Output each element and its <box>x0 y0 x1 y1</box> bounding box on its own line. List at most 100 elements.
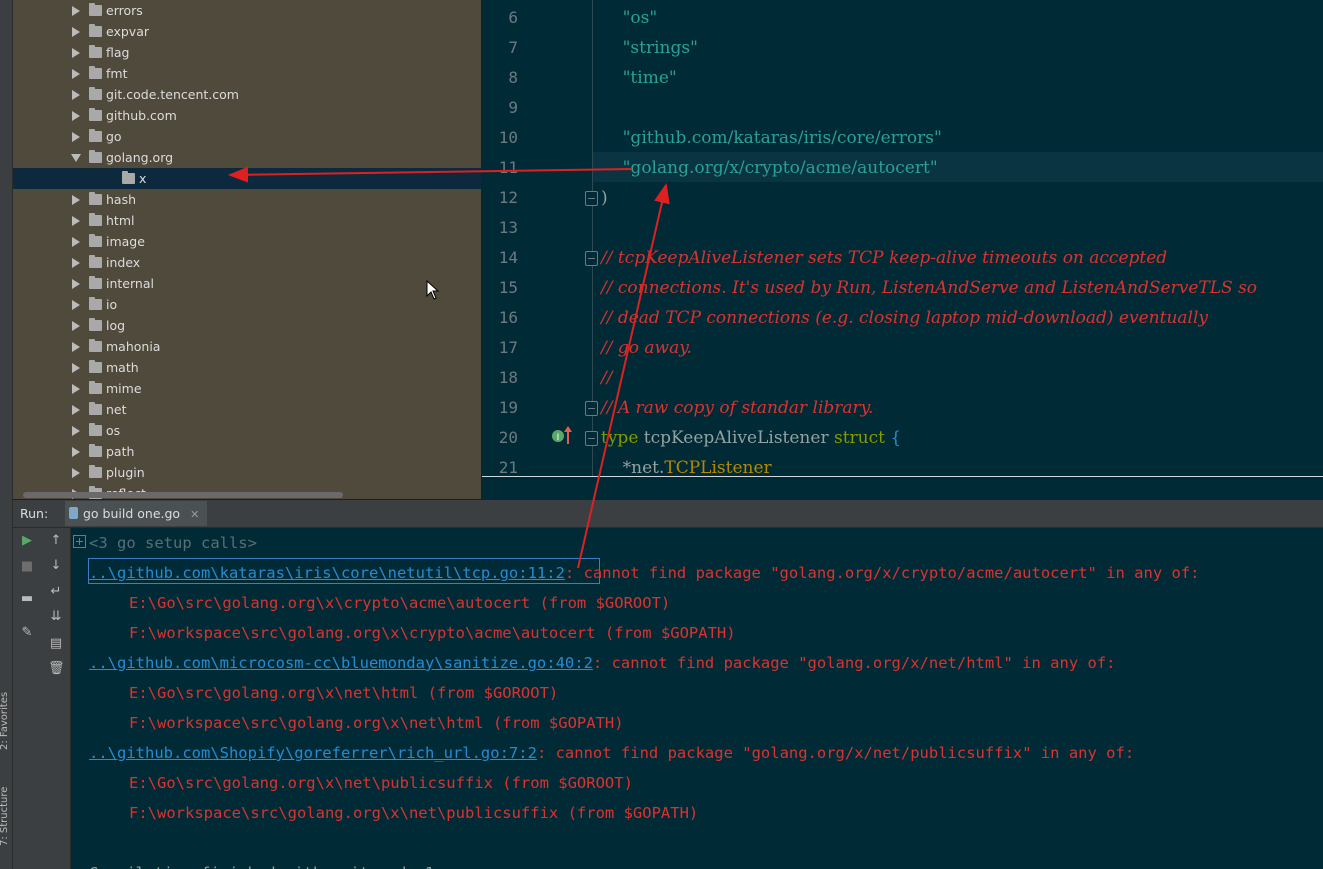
pin-icon[interactable]: ✎ <box>19 625 35 641</box>
console-line: ..\github.com\kataras\iris\core\netutil\… <box>89 564 1199 582</box>
console-line: E:\Go\src\golang.org\x\crypto\acme\autoc… <box>129 594 670 612</box>
tree-item-label: math <box>106 360 139 375</box>
chevron-right-icon[interactable] <box>72 363 80 373</box>
chevron-right-icon[interactable] <box>72 48 80 58</box>
chevron-right-icon[interactable] <box>72 279 80 289</box>
arrow-down-icon[interactable]: ↓ <box>48 558 64 574</box>
source-link[interactable]: ..\github.com\kataras\iris\core\netutil\… <box>89 564 565 582</box>
tree-item-os[interactable]: os <box>13 420 481 441</box>
editor-bottom-area <box>482 476 1323 500</box>
tree-item-plugin[interactable]: plugin <box>13 462 481 483</box>
run-tab-go-build[interactable]: go build one.go ✕ <box>65 501 208 526</box>
code-line: "time" <box>601 68 677 88</box>
code-line: "golang.org/x/crypto/acme/autocert" <box>601 158 938 178</box>
tree-item-index[interactable]: index <box>13 252 481 273</box>
chevron-right-icon[interactable] <box>72 27 80 37</box>
console-output[interactable]: <3 go setup calls> ..\github.com\kataras\… <box>71 528 1323 869</box>
tree-item-io[interactable]: io <box>13 294 481 315</box>
tree-item-label: flag <box>106 45 130 60</box>
chevron-right-icon[interactable] <box>72 69 80 79</box>
chevron-right-icon[interactable] <box>72 426 80 436</box>
console-text: Compilation finished with exit code 1 <box>89 864 434 869</box>
chevron-right-icon[interactable] <box>72 405 80 415</box>
close-icon[interactable]: ✕ <box>190 508 199 521</box>
fold-marker[interactable] <box>585 401 598 416</box>
soft-wrap-icon[interactable]: ↵ <box>48 584 64 600</box>
left-tool-strip: 2: Favorites 7: Structure <box>0 0 13 869</box>
tree-horizontal-scrollbar[interactable] <box>23 492 343 498</box>
folder-icon <box>89 360 102 373</box>
chevron-right-icon[interactable] <box>72 111 80 121</box>
code-token: { <box>884 428 902 448</box>
tree-item-mime[interactable]: mime <box>13 378 481 399</box>
code-token: ) <box>601 188 608 208</box>
code-editor[interactable]: 6 7 8 9 10 11 12 13 14 15 16 17 18 19 20 21 "os" "strin… <box>482 0 1323 476</box>
arrow-up-icon[interactable]: ↑ <box>48 533 64 549</box>
tree-item-math[interactable]: math <box>13 357 481 378</box>
scroll-to-end-icon[interactable]: ⇊ <box>48 609 64 625</box>
run-label: Run: <box>20 506 49 521</box>
tree-item-x[interactable]: x <box>13 168 481 189</box>
console-text[interactable]: <3 go setup calls> <box>89 534 257 552</box>
code-token: "golang.org/x/crypto/acme/autocert" <box>601 158 938 178</box>
chevron-down-icon[interactable] <box>71 154 81 162</box>
tree-item-errors[interactable]: errors <box>13 0 481 21</box>
code-line: type tcpKeepAliveListener struct { <box>601 428 901 448</box>
console-line: Compilation finished with exit code 1 <box>89 864 434 869</box>
tree-item-fmt[interactable]: fmt <box>13 63 481 84</box>
tree-item-golang-org[interactable]: golang.org <box>13 147 481 168</box>
chevron-right-icon[interactable] <box>72 195 80 205</box>
tree-item-hash[interactable]: hash <box>13 189 481 210</box>
fold-marker[interactable] <box>585 251 598 266</box>
chevron-right-icon[interactable] <box>72 6 80 16</box>
chevron-right-icon[interactable] <box>72 132 80 142</box>
chevron-right-icon[interactable] <box>72 321 80 331</box>
chevron-right-icon[interactable] <box>72 90 80 100</box>
code-token: // go away. <box>601 338 692 358</box>
folder-icon <box>89 24 102 37</box>
fold-marker[interactable] <box>585 431 598 446</box>
tree-item-log[interactable]: log <box>13 315 481 336</box>
chevron-right-icon[interactable] <box>72 342 80 352</box>
structure-tab[interactable]: 7: Structure <box>0 786 10 846</box>
implements-gutter-icon[interactable]: I <box>550 424 574 446</box>
stop-icon[interactable]: ■ <box>19 559 35 575</box>
chevron-right-icon[interactable] <box>72 447 80 457</box>
tree-item-label: errors <box>106 3 143 18</box>
chevron-right-icon[interactable] <box>72 468 80 478</box>
chevron-right-icon[interactable] <box>72 237 80 247</box>
chevron-right-icon[interactable] <box>72 258 80 268</box>
code-token: TCPListener <box>664 458 772 476</box>
tree-item-path[interactable]: path <box>13 441 481 462</box>
code-token: "os" <box>601 8 658 28</box>
expand-fold-icon[interactable] <box>73 535 87 549</box>
rerun-icon[interactable]: ▶ <box>19 533 35 549</box>
tree-item-github-com[interactable]: github.com <box>13 105 481 126</box>
source-link[interactable]: ..\github.com\microcosm-cc\bluemonday\sa… <box>89 654 593 672</box>
line-number: 15 <box>498 278 518 297</box>
source-link[interactable]: ..\github.com\Shopify\goreferrer\rich_ur… <box>89 744 537 762</box>
tree-item-expvar[interactable]: expvar <box>13 21 481 42</box>
tree-item-image[interactable]: image <box>13 231 481 252</box>
console-line: ..\github.com\microcosm-cc\bluemonday\sa… <box>89 654 1116 672</box>
tree-item-flag[interactable]: flag <box>13 42 481 63</box>
tree-item-go[interactable]: go <box>13 126 481 147</box>
tree-item-git-code-tencent-com[interactable]: git.code.tencent.com <box>13 84 481 105</box>
chevron-right-icon[interactable] <box>72 300 80 310</box>
tree-item-label: hash <box>106 192 137 207</box>
favorites-tab[interactable]: 2: Favorites <box>0 690 10 750</box>
folder-icon <box>89 213 102 226</box>
chevron-right-icon[interactable] <box>72 384 80 394</box>
print-icon[interactable]: ▤ <box>48 636 64 652</box>
trash-icon[interactable]: 🗑 <box>48 661 65 677</box>
tree-item-net[interactable]: net <box>13 399 481 420</box>
layout-icon[interactable]: ▬ <box>19 591 35 607</box>
tree-item-internal[interactable]: internal <box>13 273 481 294</box>
fold-marker[interactable] <box>585 191 598 206</box>
folder-icon <box>89 192 102 205</box>
tree-item-html[interactable]: html <box>13 210 481 231</box>
console-line: E:\Go\src\golang.org\x\net\publicsuffix … <box>129 774 633 792</box>
chevron-right-icon[interactable] <box>72 216 80 226</box>
code-line: "strings" <box>601 38 698 58</box>
tree-item-mahonia[interactable]: mahonia <box>13 336 481 357</box>
